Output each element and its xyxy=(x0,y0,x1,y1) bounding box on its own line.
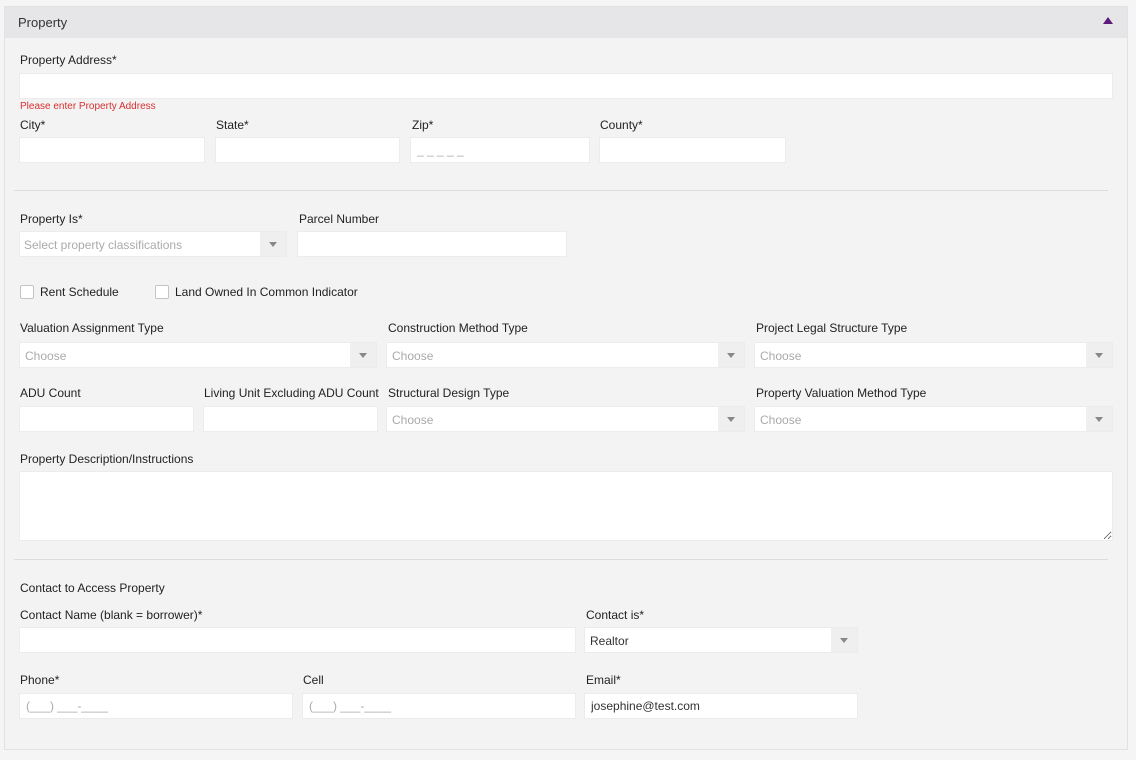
parcel-number-input[interactable] xyxy=(297,231,567,257)
choose-placeholder: Choose xyxy=(760,349,802,363)
cell-label: Cell xyxy=(303,673,324,687)
rent-schedule-checkbox[interactable]: Rent Schedule xyxy=(20,285,119,299)
valuation-assignment-label: Valuation Assignment Type xyxy=(20,321,164,335)
section-divider xyxy=(14,190,1108,191)
choose-placeholder: Choose xyxy=(25,349,67,363)
property-is-select[interactable]: Select property classifications xyxy=(19,231,287,257)
zip-label: Zip* xyxy=(412,118,434,132)
property-address-error: Please enter Property Address xyxy=(20,101,156,112)
construction-method-label: Construction Method Type xyxy=(388,321,528,335)
contact-name-input[interactable] xyxy=(19,627,576,653)
chevron-down-icon[interactable] xyxy=(1086,343,1112,367)
panel-title: Property xyxy=(18,15,68,30)
property-description-textarea[interactable] xyxy=(19,471,1113,541)
property-description-label: Property Description/Instructions xyxy=(20,452,194,466)
parcel-number-label: Parcel Number xyxy=(299,212,380,226)
property-valuation-method-select[interactable]: Choose xyxy=(754,406,1113,432)
property-is-placeholder: Select property classifications xyxy=(24,238,183,252)
collapse-caret-up-icon[interactable] xyxy=(1103,17,1115,27)
chevron-down-icon[interactable] xyxy=(350,343,376,367)
phone-input[interactable] xyxy=(19,693,293,719)
contact-is-label: Contact is* xyxy=(586,608,645,622)
property-address-input[interactable] xyxy=(19,73,1113,99)
state-label: State* xyxy=(216,118,249,132)
contact-name-label: Contact Name (blank = borrower)* xyxy=(20,608,203,622)
construction-method-select[interactable]: Choose xyxy=(386,342,745,368)
structural-design-select[interactable]: Choose xyxy=(386,406,745,432)
chevron-down-icon[interactable] xyxy=(831,628,857,652)
living-unit-label: Living Unit Excluding ADU Count xyxy=(204,386,379,400)
panel-header[interactable]: Property xyxy=(5,7,1127,38)
contact-is-select[interactable]: Realtor xyxy=(584,627,858,653)
choose-placeholder: Choose xyxy=(760,413,802,427)
county-input[interactable] xyxy=(599,137,786,163)
contact-section-title: Contact to Access Property xyxy=(20,581,165,595)
structural-design-label: Structural Design Type xyxy=(388,386,510,400)
chevron-down-icon[interactable] xyxy=(260,232,286,256)
choose-placeholder: Choose xyxy=(392,349,434,363)
cell-input[interactable] xyxy=(302,693,576,719)
county-label: County* xyxy=(600,118,643,132)
email-input[interactable] xyxy=(584,693,858,719)
chevron-down-icon[interactable] xyxy=(718,343,744,367)
choose-placeholder: Choose xyxy=(392,413,434,427)
phone-label: Phone* xyxy=(20,673,60,687)
rent-schedule-label: Rent Schedule xyxy=(40,285,119,299)
chevron-down-icon[interactable] xyxy=(718,407,744,431)
chevron-down-icon[interactable] xyxy=(1086,407,1112,431)
property-valuation-method-label: Property Valuation Method Type xyxy=(756,386,927,400)
land-owned-label: Land Owned In Common Indicator xyxy=(175,285,358,299)
valuation-assignment-select[interactable]: Choose xyxy=(19,342,377,368)
project-legal-structure-label: Project Legal Structure Type xyxy=(756,321,908,335)
property-is-label: Property Is* xyxy=(20,212,83,226)
zip-input[interactable] xyxy=(410,137,590,163)
state-input[interactable] xyxy=(215,137,400,163)
email-label: Email* xyxy=(586,673,621,687)
checkbox-box[interactable] xyxy=(155,285,169,299)
checkbox-box[interactable] xyxy=(20,285,34,299)
living-unit-input[interactable] xyxy=(203,406,378,432)
property-address-label: Property Address* xyxy=(20,53,117,67)
contact-is-value: Realtor xyxy=(590,634,629,648)
project-legal-structure-select[interactable]: Choose xyxy=(754,342,1113,368)
adu-count-input[interactable] xyxy=(19,406,194,432)
section-divider xyxy=(14,559,1108,560)
adu-count-label: ADU Count xyxy=(20,386,81,400)
land-owned-checkbox[interactable]: Land Owned In Common Indicator xyxy=(155,285,358,299)
city-label: City* xyxy=(20,118,46,132)
city-input[interactable] xyxy=(19,137,205,163)
